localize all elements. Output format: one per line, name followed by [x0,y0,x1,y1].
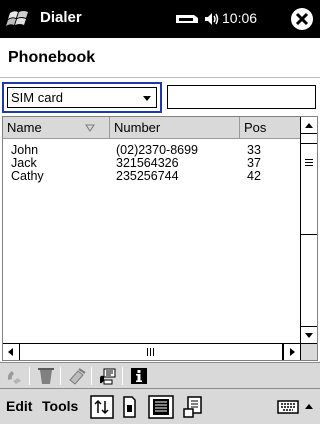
grip-line [305,159,313,160]
column-header-pos[interactable]: Pos [240,117,300,138]
contacts-icon[interactable] [182,395,204,419]
battery-icon[interactable] [174,12,200,26]
dropdown-focus-frame: SIM card [2,82,162,113]
sort-icon[interactable] [90,395,114,419]
action-toolbar [0,362,320,388]
title-bar: Dialer 10:06 [0,0,320,38]
table-row[interactable]: Cathy 235256744 42 [3,170,300,183]
phonebook-list: Name Number Pos John (02)2370-8699 33 Ja… [2,116,318,361]
scrollbar-corner [300,343,317,360]
dropdown-value: SIM card [11,90,64,105]
scroll-up-button[interactable] [301,117,317,134]
toolbar-separator [60,367,61,385]
grip-line [147,348,148,356]
page-title: Phonebook [8,49,96,66]
keyboard-icon[interactable] [276,395,300,419]
windows-start-icon[interactable] [6,6,32,32]
scroll-right-button[interactable] [283,344,300,360]
search-input[interactable] [167,85,316,109]
toolbar-separator [91,367,92,385]
delete-icon[interactable] [35,366,57,386]
close-icon[interactable] [289,6,315,32]
arrow-left-icon [8,348,13,356]
grip-line [305,165,313,166]
cell-pos: 42 [247,169,261,183]
horizontal-scroll-thumb[interactable] [20,344,283,360]
column-header-number[interactable]: Number [110,117,240,138]
toolbar-separator [29,367,30,385]
menu-tools[interactable]: Tools [42,398,78,414]
phonebook-source-dropdown[interactable]: SIM card [7,87,157,108]
speaker-icon[interactable] [203,10,221,28]
vertical-scrollbar[interactable] [300,117,317,343]
horizontal-scrollbar[interactable] [3,343,300,360]
cell-number: 235256744 [116,169,179,183]
phonebook-icon[interactable] [148,395,174,419]
grip-line [153,348,154,356]
arrow-right-icon [290,348,295,356]
toolbar-separator [122,367,123,385]
menu-edit[interactable]: Edit [6,398,32,414]
chevron-down-icon [143,96,151,101]
grip-line [150,348,151,356]
app-title[interactable]: Dialer [40,9,82,26]
sort-descending-icon [85,124,95,132]
sim-icon[interactable] [121,395,137,419]
page-header: Phonebook [0,38,320,78]
copy-icon[interactable] [66,366,88,386]
sms-icon[interactable] [97,366,119,386]
input-selector-arrow-icon[interactable] [302,395,316,419]
list-header: Name Number Pos [3,117,300,139]
info-icon[interactable] [128,366,150,386]
arrow-down-icon [305,333,313,338]
vertical-scroll-thumb[interactable] [301,143,317,235]
scroll-down-button[interactable] [301,326,317,343]
arrow-up-icon [305,123,313,128]
dial-icon[interactable] [4,366,26,386]
clock[interactable]: 10:06 [222,10,257,26]
scroll-left-button[interactable] [3,344,20,360]
menu-bar: Edit Tools [0,388,320,424]
cell-name: Cathy [11,169,44,183]
grip-line [305,162,313,163]
